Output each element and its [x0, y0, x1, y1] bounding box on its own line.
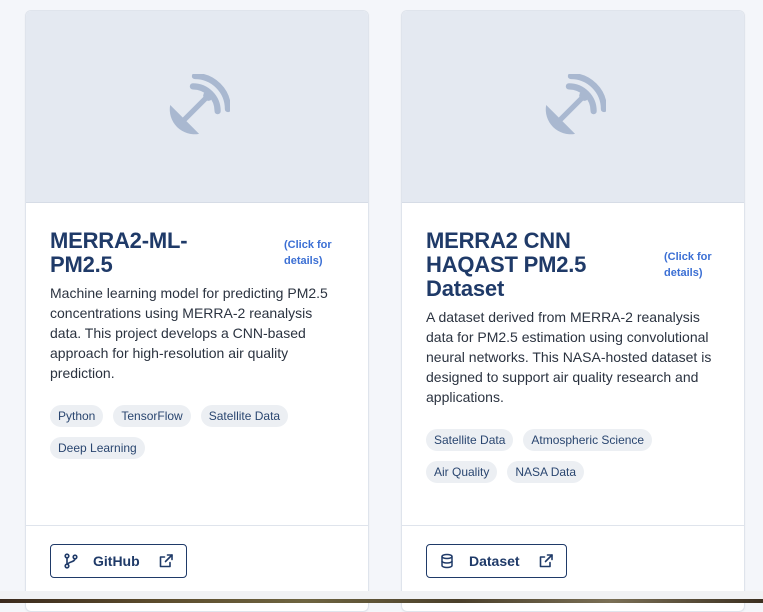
- dataset-link-label: Dataset: [469, 553, 520, 569]
- dataset-link-button[interactable]: Dataset: [426, 544, 567, 578]
- tag: Satellite Data: [426, 429, 514, 451]
- database-icon: [441, 553, 453, 569]
- external-link-icon: [159, 554, 173, 568]
- click-for-details-hint[interactable]: (Click for details): [284, 237, 344, 269]
- tag: Satellite Data: [200, 405, 289, 427]
- external-link-icon: [539, 554, 553, 568]
- tag: Atmospheric Science: [523, 429, 653, 451]
- card-description: A dataset derived from MERRA-2 reanalysi…: [426, 309, 712, 405]
- git-branch-icon: [64, 553, 78, 569]
- card-image-placeholder: [402, 11, 744, 203]
- card-title[interactable]: MERRA2-ML-PM2.5: [50, 229, 230, 277]
- background-image-strip: [0, 599, 763, 603]
- project-card[interactable]: MERRA2-ML-PM2.5 (Click for details) Mach…: [25, 10, 369, 612]
- tag: NASA Data: [507, 461, 585, 483]
- github-link-label: GitHub: [93, 553, 140, 569]
- tag: Python: [50, 405, 104, 427]
- click-for-details-hint[interactable]: (Click for details): [664, 249, 720, 281]
- github-link-button[interactable]: GitHub: [50, 544, 187, 578]
- card-title[interactable]: MERRA2 CNN HAQAST PM2.5 Dataset: [426, 229, 636, 301]
- satellite-dish-icon: [169, 73, 230, 134]
- tag: Air Quality: [426, 461, 498, 483]
- card-image-placeholder: [26, 11, 368, 203]
- satellite-dish-icon: [545, 73, 606, 134]
- tag-list: Satellite Data Atmospheric Science Air Q…: [426, 429, 720, 483]
- card-description: Machine learning model for predicting PM…: [50, 285, 328, 381]
- tag: Deep Learning: [50, 437, 145, 459]
- tag-list: Python TensorFlow Satellite Data Deep Le…: [50, 405, 344, 459]
- project-card[interactable]: MERRA2 CNN HAQAST PM2.5 Dataset (Click f…: [401, 10, 745, 612]
- tag: TensorFlow: [113, 405, 191, 427]
